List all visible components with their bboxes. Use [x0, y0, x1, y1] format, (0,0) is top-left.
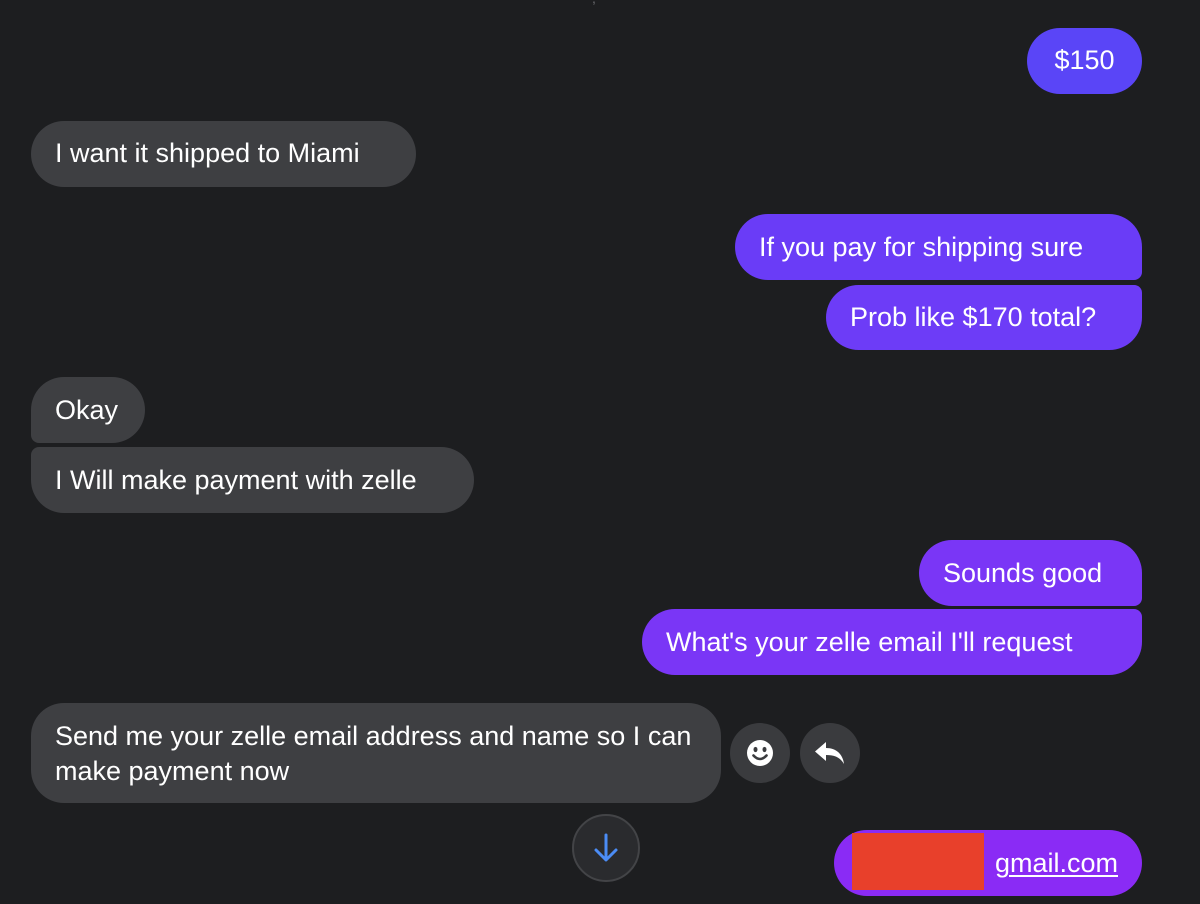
reply-arrow-icon [815, 742, 844, 764]
message-text: What's your zelle email I'll request [666, 627, 1073, 657]
scroll-to-bottom-button[interactable] [572, 814, 640, 882]
message-outgoing-zelle-request[interactable]: What's your zelle email I'll request [642, 609, 1142, 675]
message-text: If you pay for shipping sure [759, 232, 1084, 262]
reply-button[interactable] [800, 723, 860, 783]
message-outgoing-amount[interactable]: $150 [1027, 28, 1142, 94]
message-incoming-zelle[interactable]: I Will make payment with zelle [31, 447, 474, 513]
message-incoming-send-email[interactable]: Send me your zelle email address and nam… [31, 703, 721, 803]
smiley-face-icon [747, 740, 773, 766]
message-incoming-okay[interactable]: Okay [31, 377, 145, 443]
message-outgoing-sounds-good[interactable]: Sounds good [919, 540, 1142, 606]
message-text: Send me your zelle email address and nam… [55, 721, 692, 786]
redaction-box [852, 833, 984, 890]
message-thread: , $150 I want it shipped to Miami If you… [0, 0, 1200, 904]
message-outgoing-total[interactable]: Prob like $170 total? [826, 285, 1142, 350]
timestamp-fragment: , [592, 0, 598, 6]
react-button[interactable] [730, 723, 790, 783]
message-incoming-shipped[interactable]: I want it shipped to Miami [31, 121, 416, 187]
message-text: I Will make payment with zelle [55, 465, 417, 495]
message-text: Sounds good [943, 558, 1103, 588]
arrow-down-icon [594, 833, 618, 862]
message-text: Prob like $170 total? [850, 302, 1097, 332]
message-text: Okay [55, 395, 119, 425]
message-text: I want it shipped to Miami [55, 138, 360, 168]
message-outgoing-pay-shipping[interactable]: If you pay for shipping sure [735, 214, 1142, 280]
email-link[interactable]: gmail.com [995, 848, 1118, 878]
message-text: $150 [1054, 45, 1115, 75]
